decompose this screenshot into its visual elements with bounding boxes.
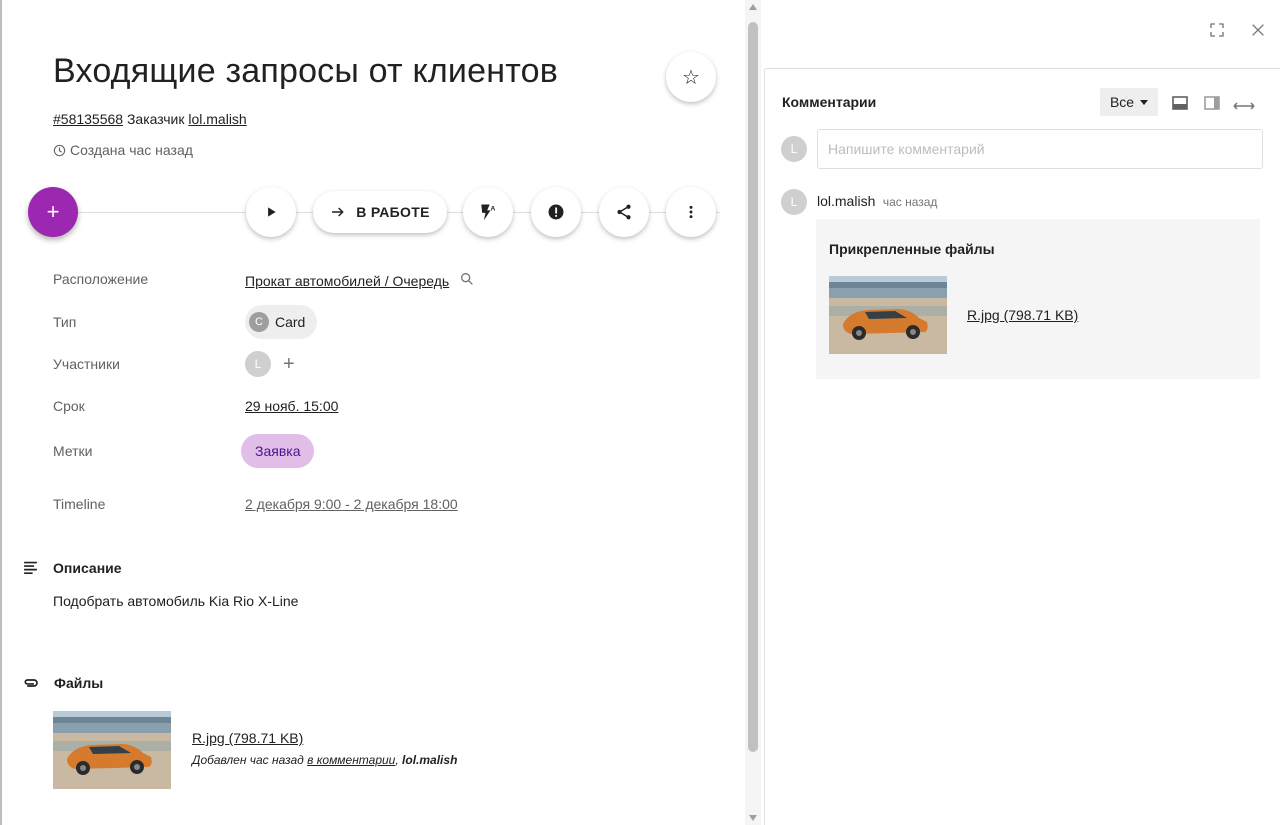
tag-chip[interactable]: Заявка — [241, 434, 315, 468]
chevron-down-icon — [1140, 99, 1149, 105]
attachment-name-link[interactable]: R.jpg (798.71 KB) — [967, 307, 1078, 323]
svg-text:A: A — [491, 205, 496, 212]
layout-bottom-icon — [1172, 96, 1188, 110]
created-text: Создана час назад — [70, 142, 193, 158]
task-meta: #58135568 Заказчик lol.malish — [53, 111, 247, 127]
start-button[interactable] — [246, 187, 296, 237]
arrows-horizontal-icon — [1233, 102, 1255, 110]
comment-attachments: Прикрепленные файлы R.jpg (798.71 KB) — [816, 219, 1260, 379]
comment-header: L lol.malish час назад — [781, 189, 937, 215]
status-in-progress-button[interactable]: В РАБОТЕ — [313, 191, 447, 233]
favorite-button[interactable]: ☆ — [666, 52, 716, 102]
search-icon[interactable] — [459, 271, 475, 290]
attachments-title: Прикрепленные файлы — [829, 241, 995, 257]
description-header: Описание — [22, 559, 122, 576]
file-added-info: Добавлен час назад в комментарии, lol.ma… — [192, 753, 457, 767]
created-info: Создана час назад — [53, 142, 193, 158]
star-icon: ☆ — [682, 66, 700, 89]
more-vertical-icon — [689, 205, 693, 219]
participants-label: Участники — [53, 356, 120, 372]
file-added-separator: , — [395, 753, 399, 767]
text-align-left-icon — [24, 561, 37, 575]
participants-field: L + — [245, 351, 295, 377]
timeline-link[interactable]: 2 декабря 9:00 - 2 декабря 18:00 — [245, 496, 458, 512]
location-link[interactable]: Прокат автомобилей / Очередь — [245, 273, 449, 289]
layout-bottom-button[interactable] — [1172, 96, 1188, 115]
layout-side-icon — [1204, 96, 1220, 110]
status-label: В РАБОТЕ — [356, 204, 430, 220]
timeline-label: Timeline — [53, 496, 106, 512]
type-chip[interactable]: C Card — [245, 305, 318, 339]
file-comment-link[interactable]: в комментарии — [307, 753, 395, 767]
files-header: Файлы — [22, 674, 103, 692]
fullscreen-icon — [1210, 23, 1224, 37]
share-icon — [617, 204, 631, 220]
type-value: Card — [275, 314, 306, 330]
arrow-right-icon — [332, 207, 344, 217]
scrollbar-thumb[interactable] — [748, 22, 758, 752]
file-author: lol.malish — [402, 753, 458, 767]
scrollbar[interactable] — [745, 0, 761, 825]
alert-circle-icon — [548, 204, 564, 220]
comments-panel: Комментарии Все L L lol.malish час назад… — [764, 68, 1280, 825]
add-button[interactable]: + — [28, 187, 78, 237]
location-label: Расположение — [53, 271, 149, 287]
comment-input-row: L — [781, 129, 1263, 169]
current-user-avatar: L — [781, 136, 807, 162]
tags-label: Метки — [53, 443, 93, 459]
share-button[interactable] — [599, 187, 649, 237]
scroll-up-arrow[interactable] — [749, 4, 757, 10]
flash-auto-icon: A — [481, 204, 496, 221]
expand-width-button[interactable] — [1233, 98, 1255, 116]
location-field: Прокат автомобилей / Очередь — [245, 271, 475, 290]
close-button[interactable] — [1246, 18, 1270, 42]
deadline-link[interactable]: 29 нояб. 15:00 — [245, 398, 338, 414]
file-name-link[interactable]: R.jpg (798.71 KB) — [192, 730, 303, 746]
play-icon — [268, 207, 276, 217]
scroll-down-arrow[interactable] — [749, 815, 757, 821]
attachment-thumbnail[interactable] — [829, 276, 947, 354]
layout-side-button[interactable] — [1204, 96, 1220, 115]
comment-time: час назад — [882, 195, 938, 209]
task-title: Входящие запросы от клиентов — [53, 52, 558, 90]
add-participant-button[interactable]: + — [283, 353, 295, 376]
comment-input[interactable] — [817, 129, 1263, 169]
clock-icon — [53, 144, 66, 157]
automation-button[interactable]: A — [463, 187, 513, 237]
filter-value: Все — [1109, 94, 1135, 110]
description-heading: Описание — [53, 559, 122, 576]
type-label: Тип — [53, 314, 77, 330]
participant-avatar[interactable]: L — [245, 351, 271, 377]
file-thumbnail[interactable] — [53, 711, 171, 789]
task-panel: Входящие запросы от клиентов ☆ #58135568… — [0, 0, 745, 825]
file-added-prefix: Добавлен час назад — [192, 753, 304, 767]
task-id-link[interactable]: #58135568 — [53, 111, 123, 127]
description-text[interactable]: Подобрать автомобиль Kia Rio X-Line — [53, 593, 298, 609]
customer-link[interactable]: lol.malish — [188, 111, 246, 127]
files-heading: Файлы — [54, 675, 104, 691]
paperclip-icon — [24, 679, 38, 687]
fullscreen-button[interactable] — [1205, 18, 1229, 42]
priority-button[interactable] — [531, 187, 581, 237]
close-icon — [1252, 24, 1264, 36]
comment-author[interactable]: lol.malish — [817, 193, 875, 209]
comments-filter-select[interactable]: Все — [1100, 88, 1158, 116]
comment-author-avatar: L — [781, 189, 807, 215]
type-avatar: C — [249, 312, 269, 332]
deadline-label: Срок — [53, 398, 85, 414]
comments-title: Комментарии — [782, 94, 877, 110]
customer-label: Заказчик — [126, 111, 185, 127]
more-options-button[interactable] — [666, 187, 716, 237]
